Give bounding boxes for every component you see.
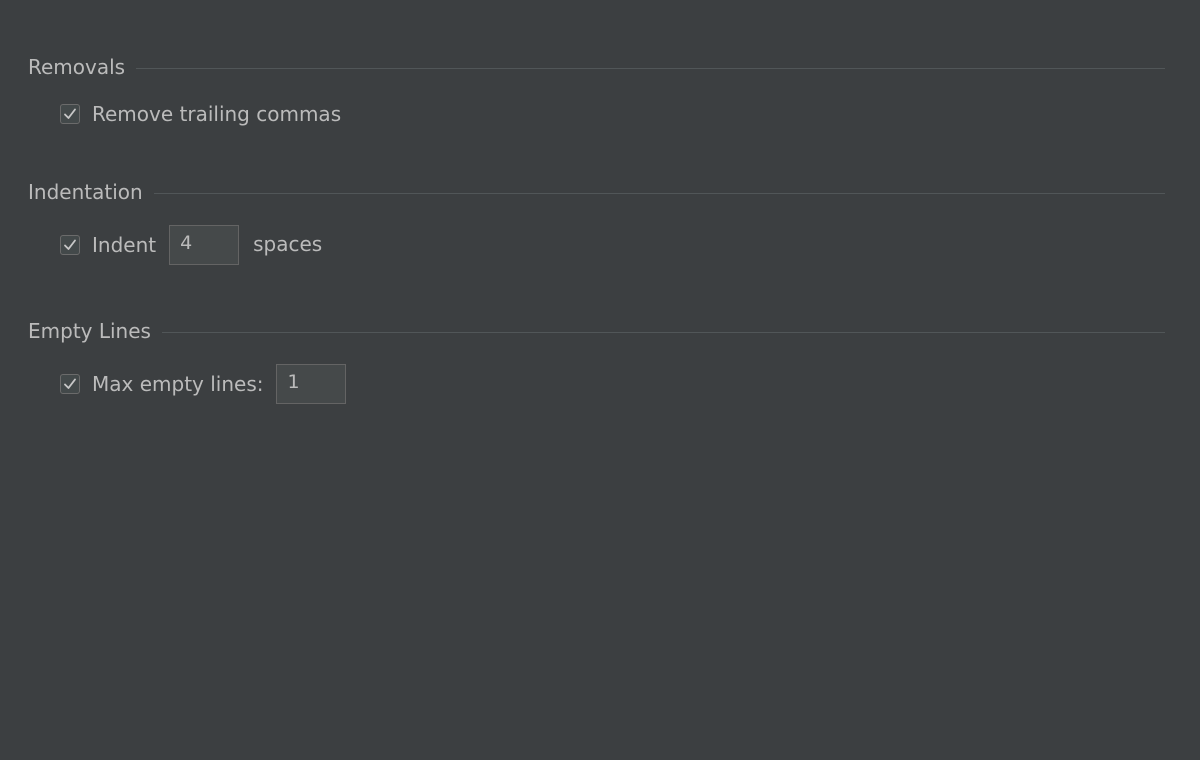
empty-lines-section: Empty Lines Max empty lines: xyxy=(28,318,1165,404)
remove-trailing-commas-label[interactable]: Remove trailing commas xyxy=(92,102,341,126)
max-empty-lines-field[interactable] xyxy=(276,364,347,404)
max-empty-lines-row: Max empty lines: xyxy=(60,364,347,404)
empty-lines-title: Empty Lines xyxy=(28,319,151,343)
spaces-label: spaces xyxy=(253,232,323,256)
remove-trailing-commas-checkbox[interactable] xyxy=(60,104,80,124)
indentation-section: Indentation Indent spaces xyxy=(28,179,1165,265)
max-empty-lines-label[interactable]: Max empty lines: xyxy=(92,372,263,396)
removals-header: Removals xyxy=(28,54,1165,80)
indentation-header: Indentation xyxy=(28,179,1165,205)
removals-section: Removals Remove trailing commas xyxy=(28,54,1165,126)
indent-size-field[interactable] xyxy=(169,225,240,265)
indent-checkbox[interactable] xyxy=(60,235,80,255)
indent-row: Indent spaces xyxy=(60,225,322,265)
removals-title: Removals xyxy=(28,55,126,79)
check-icon xyxy=(64,108,76,119)
indent-label[interactable]: Indent xyxy=(92,233,156,257)
empty-lines-separator xyxy=(161,331,1165,333)
empty-lines-header: Empty Lines xyxy=(28,318,1165,344)
removals-separator xyxy=(136,67,1165,69)
check-icon xyxy=(64,378,76,389)
remove-trailing-commas-row: Remove trailing commas xyxy=(60,94,341,134)
indentation-title: Indentation xyxy=(28,180,143,204)
indentation-separator xyxy=(153,192,1165,194)
check-icon xyxy=(64,239,76,250)
max-empty-lines-checkbox[interactable] xyxy=(60,374,80,394)
